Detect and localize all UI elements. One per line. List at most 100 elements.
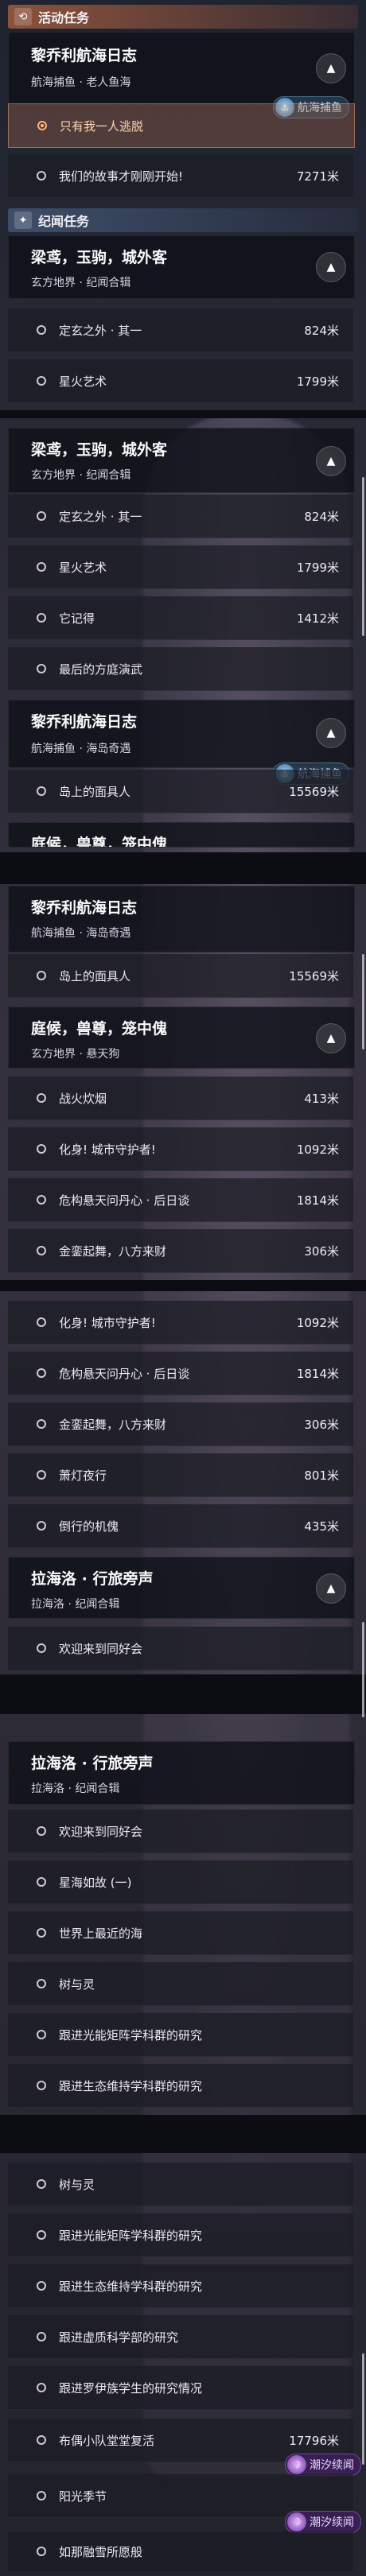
radio-icon [37,1246,46,1255]
list-item[interactable]: 危构悬天问丹心 · 后日谈 1814米 [8,1352,353,1395]
list-item[interactable]: 化身! 城市守护者! 1092米 [8,1301,353,1344]
item-label: 阳光季节 [59,2489,107,2504]
list-item[interactable]: 跟进生态维持学科群的研究 [8,2064,353,2108]
scrollbar-thumb[interactable] [362,2353,364,2465]
group-liangyuan[interactable]: 梁鸢，玉驹，城外客 玄方地界 · 纪闻合辑 ▲ [8,235,355,299]
item-distance: 1092米 [296,1315,339,1330]
group-title: 拉海洛 · 行旅旁声 [31,1570,154,1588]
group-tinghou[interactable]: 庭候，兽尊，笼中傀 玄方地界 · 悬天狗 ▲ [8,1007,355,1069]
list-item[interactable]: 金銮起舞，八方来财 306米 [8,1229,353,1273]
radio-icon [37,171,46,180]
screenshot-divider [0,852,366,884]
list-item[interactable]: 跟进罗伊族学生的研究情况 [8,2366,353,2410]
item-distance: 15569米 [289,968,339,983]
radio-icon [37,376,46,386]
list-item[interactable]: 跟进虚质科学部的研究 [8,2315,353,2359]
list-item[interactable]: 岛上的面具人 15569米 [8,770,353,813]
list-item[interactable]: 危构悬天问丹心 · 后日谈 1814米 [8,1178,353,1222]
scrollbar-thumb[interactable] [362,1622,364,1717]
group-lahailuo[interactable]: 拉海洛 · 行旅旁声 拉海洛 · 纪闻合辑 ▲ [8,1557,355,1619]
chevron-up-icon[interactable]: ▲ [316,446,346,476]
list-item[interactable]: 星火艺术 1799米 [8,359,353,403]
list-item[interactable]: 跟进光能矩阵学科群的研究 [8,2213,353,2257]
item-distance: 1412米 [296,611,339,626]
chevron-up-icon[interactable]: ▲ [316,1023,346,1053]
radio-icon [37,786,46,796]
list-item[interactable]: 我们的故事才刚刚开始! 7271米 [8,154,353,198]
group-title: 黎乔利航海日志 [31,713,138,731]
item-distance: 15569米 [289,784,339,799]
tide-icon: ☽ [287,2455,306,2474]
chevron-up-icon[interactable]: ▲ [316,1573,346,1604]
list-item[interactable]: 树与灵 [8,2163,353,2206]
radio-icon [37,2547,46,2556]
list-item[interactable]: 它记得 1412米 [8,596,353,640]
section-header-legend[interactable]: ✦ 纪闻任务 [8,208,358,232]
list-item[interactable]: 星海如故 (一) [8,1860,353,1904]
item-label: 星火艺术 [59,374,107,389]
group-liangyuan[interactable]: 梁鸢，玉驹，城外客 玄方地界 · 纪闻合辑 ▲ [8,428,355,493]
list-item[interactable]: 星火艺术 1799米 [8,545,353,589]
list-item[interactable]: 树与灵 [8,1962,353,2006]
list-item[interactable]: 跟进生态维持学科群的研究 [8,2264,353,2308]
group-tinghou-partial[interactable]: 庭候，兽尊，笼中傀 [8,822,355,848]
list-item[interactable]: 战火炊烟 413米 [8,1077,353,1120]
radio-icon [37,613,46,623]
chevron-up-icon[interactable]: ▲ [316,53,346,83]
list-item[interactable]: 萧灯夜行 801米 [8,1453,353,1497]
list-item[interactable]: 最后的方庭演武 [8,647,353,691]
list-item[interactable]: 欢迎来到同好会 [8,1810,353,1853]
group-title: 庭候，兽尊，笼中傀 [31,1020,168,1038]
chevron-up-icon[interactable]: ▲ [316,718,346,748]
radio-icon [37,562,46,572]
item-distance: 17796米 [289,2433,339,2448]
group-subtitle: 玄方地界 · 纪闻合辑 [31,277,131,289]
group-limerick-fishing[interactable]: 黎乔利航海日志 航海捕鱼 · 老人鱼海 ▲ ⚓ 航海捕鱼 [8,32,355,118]
item-label: 跟进光能矩阵学科群的研究 [59,2027,203,2043]
group-title: 庭候，兽尊，笼中傀 [31,836,168,848]
refresh-icon: ⟲ [14,8,32,25]
list-item[interactable]: 如那融雪所愿般 [8,2531,353,2572]
item-distance: 824米 [304,509,339,524]
group-title: 拉海洛 · 行旅旁声 [31,1755,154,1772]
list-item[interactable]: 岛上的面具人 15569米 [8,954,353,998]
item-label: 星火艺术 [59,560,107,575]
radio-icon [37,1979,46,1988]
item-label: 树与灵 [59,2177,95,2192]
group-subtitle: 航海捕鱼 · 老人鱼海 [31,76,131,89]
scrollbar-thumb[interactable] [362,477,364,636]
radio-icon [37,2383,46,2392]
scrollbar-thumb[interactable] [362,954,364,1049]
list-item[interactable]: 跟进光能矩阵学科群的研究 [8,2013,353,2057]
radio-icon [37,2491,46,2500]
group-title: 梁鸢，玉驹，城外客 [31,249,168,266]
list-item[interactable]: 金銮起舞，八方来财 306米 [8,1402,353,1446]
radio-icon [37,1317,46,1327]
item-label: 化身! 城市守护者! [59,1315,156,1330]
screenshot-divider [0,410,366,418]
item-label: 跟进虚质科学部的研究 [59,2330,179,2345]
group-limerick-ocean[interactable]: 黎乔利航海日志 航海捕鱼 · 海岛奇遇 [8,886,355,952]
radio-icon [37,971,46,980]
group-subtitle: 玄方地界 · 悬天狗 [31,1048,120,1061]
radio-icon [37,2332,46,2341]
list-item-selected[interactable]: 只有我一人逃脱 [8,103,355,148]
radio-icon [37,1877,46,1887]
group-title: 黎乔利航海日志 [31,47,138,64]
item-distance: 801米 [304,1468,339,1483]
group-limerick-ocean[interactable]: 黎乔利航海日志 航海捕鱼 · 海岛奇遇 ▲ ⚓航海捕鱼 [8,700,355,785]
section-header-activity[interactable]: ⟲ 活动任务 [8,5,358,29]
item-distance: 435米 [304,1519,339,1534]
list-item[interactable]: 化身! 城市守护者! 1092米 [8,1127,353,1171]
chevron-up-icon[interactable]: ▲ [316,252,346,282]
item-label: 欢迎来到同好会 [59,1824,143,1839]
list-item[interactable]: 欢迎来到同好会 [8,1627,353,1670]
list-item[interactable]: 倒行的机傀 435米 [8,1504,353,1548]
list-item[interactable]: 世界上最近的海 [8,1911,353,1955]
radio-icon [37,511,46,521]
group-lahailuo[interactable]: 拉海洛 · 行旅旁声 拉海洛 · 纪闻合辑 [8,1741,355,1805]
list-item[interactable]: 定玄之外 · 其一 824米 [8,495,353,538]
radio-icon [37,2030,46,2039]
item-label: 树与灵 [59,1977,95,1992]
list-item[interactable]: 定玄之外 · 其一 824米 [8,308,353,352]
